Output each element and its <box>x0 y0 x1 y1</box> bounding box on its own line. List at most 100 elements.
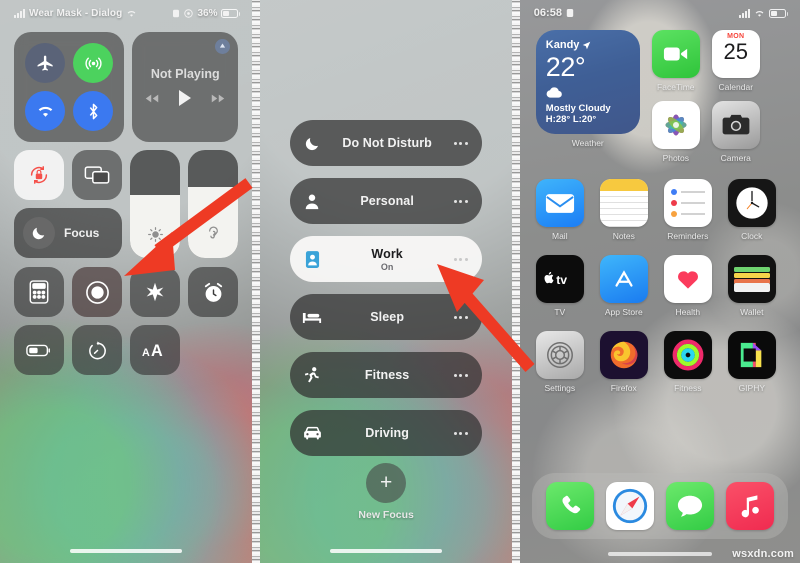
ellipsis-icon[interactable] <box>440 141 482 145</box>
app-label: FaceTime <box>657 82 695 92</box>
ellipsis-icon[interactable] <box>440 431 482 435</box>
focus-row-driving[interactable]: Driving <box>290 410 482 456</box>
airplay-icon[interactable] <box>215 39 231 54</box>
health-icon[interactable] <box>663 255 712 303</box>
plus-icon[interactable]: + <box>366 463 407 503</box>
app-store-icon[interactable] <box>599 255 648 303</box>
app-giphy[interactable]: GIPHY <box>727 331 776 393</box>
clock-icon[interactable] <box>727 179 776 227</box>
app-calendar[interactable]: MON 25 Calendar <box>711 30 760 92</box>
calculator-icon[interactable] <box>14 267 64 317</box>
dock <box>531 473 788 539</box>
battery-icon[interactable] <box>14 325 64 375</box>
alarm-clock-icon[interactable] <box>188 267 238 317</box>
media-card[interactable]: Not Playing <box>132 32 239 142</box>
focus-row-state: On <box>380 261 394 272</box>
app-mail[interactable]: Mail <box>535 179 584 241</box>
messages-icon[interactable] <box>665 482 714 530</box>
camera-icon[interactable] <box>711 101 760 149</box>
focus-row-label: Do Not Disturb <box>342 136 432 150</box>
focus-tile[interactable]: Focus <box>14 208 122 258</box>
weather-high-low: H:28° L:20° <box>545 114 597 125</box>
app-facetime[interactable]: FaceTime <box>651 30 700 92</box>
airplane-icon[interactable] <box>25 43 65 83</box>
rotation-lock-icon[interactable] <box>14 150 64 200</box>
app-label: Health <box>675 307 701 317</box>
new-focus-button[interactable]: + New Focus <box>260 463 511 521</box>
app-firefox[interactable]: Firefox <box>599 331 648 393</box>
photos-icon[interactable] <box>651 101 700 149</box>
weather-widget-label: Weather <box>571 138 604 148</box>
bluetooth-icon[interactable] <box>73 91 113 131</box>
giphy-icon[interactable] <box>727 331 776 379</box>
status-bar-control-center: Wear Mask - Dialog 36% <box>0 0 252 26</box>
text-size-icon[interactable]: A A <box>130 325 180 375</box>
reminders-icon[interactable] <box>663 179 712 227</box>
shazam-icon[interactable] <box>130 267 180 317</box>
location-icon <box>184 8 194 18</box>
cellular-signal-icon[interactable] <box>73 43 113 83</box>
play-icon[interactable] <box>177 89 193 107</box>
wifi-icon[interactable] <box>25 91 65 131</box>
phone-icon[interactable] <box>545 482 594 530</box>
timer-icon[interactable] <box>72 325 122 375</box>
panel-divider-1 <box>252 0 261 563</box>
wallet-icon[interactable] <box>727 255 776 303</box>
screen-mirroring-icon[interactable] <box>72 150 122 200</box>
weather-condition: Mostly Cloudy <box>545 103 611 114</box>
svg-text:A: A <box>151 341 163 359</box>
music-icon[interactable] <box>725 482 774 530</box>
focus-row-sleep[interactable]: Sleep <box>290 294 482 340</box>
ellipsis-icon[interactable] <box>440 199 482 203</box>
app-photos[interactable]: Photos <box>651 101 700 163</box>
app-camera[interactable]: Camera <box>711 101 760 163</box>
screenshot-stage: Wear Mask - Dialog 36% Not Playing Focus… <box>0 0 800 563</box>
notes-icon[interactable] <box>599 179 648 227</box>
facetime-icon[interactable] <box>651 30 700 78</box>
settings-gear-icon[interactable] <box>535 331 584 379</box>
running-icon <box>290 366 334 385</box>
bed-icon <box>290 310 334 325</box>
app-settings[interactable]: Settings <box>535 331 584 393</box>
app-tv[interactable]: tv TV <box>535 255 584 317</box>
ellipsis-icon[interactable] <box>440 315 482 319</box>
focus-row-personal[interactable]: Personal <box>290 178 482 224</box>
new-focus-label: New Focus <box>358 509 414 521</box>
brightness-icon <box>147 226 164 248</box>
focus-row-fitness[interactable]: Fitness <box>290 352 482 398</box>
weather-widget[interactable]: Kandy 22° Mostly Cloudy H:28° L:20° <box>535 30 640 134</box>
app-label: Mail <box>552 231 568 241</box>
moon-icon <box>290 135 334 152</box>
focus-row-work[interactable]: Work On <box>290 236 482 282</box>
carrier-label: Wear Mask - Dialog <box>29 7 123 19</box>
volume-slider[interactable] <box>188 150 238 258</box>
apple-tv-icon[interactable]: tv <box>535 255 584 303</box>
firefox-icon[interactable] <box>599 331 648 379</box>
svg-text:tv: tv <box>556 273 567 287</box>
ellipsis-icon[interactable] <box>440 257 482 261</box>
app-health[interactable]: Health <box>663 255 712 317</box>
app-clock[interactable]: Clock <box>727 179 776 241</box>
calendar-icon[interactable]: MON 25 <box>711 30 760 78</box>
app-app-store[interactable]: App Store <box>599 255 648 317</box>
fast-forward-icon[interactable] <box>211 93 225 104</box>
focus-tile-label: Focus <box>64 226 100 240</box>
panel-divider-2 <box>511 0 520 563</box>
fitness-rings-icon[interactable] <box>663 331 712 379</box>
home-indicator <box>70 549 183 553</box>
car-icon <box>290 426 334 440</box>
ellipsis-icon[interactable] <box>440 373 482 377</box>
focus-row-do-not-disturb[interactable]: Do Not Disturb <box>290 120 482 166</box>
app-label: Wallet <box>740 307 764 317</box>
mail-icon[interactable] <box>535 179 584 227</box>
brightness-slider[interactable] <box>130 150 180 258</box>
app-wallet[interactable]: Wallet <box>727 255 776 317</box>
safari-icon[interactable] <box>605 482 654 530</box>
rewind-icon[interactable] <box>145 93 159 104</box>
app-notes[interactable]: Notes <box>599 179 648 241</box>
app-reminders[interactable]: Reminders <box>663 179 712 241</box>
connectivity-card[interactable] <box>14 32 124 142</box>
record-icon[interactable] <box>72 267 122 317</box>
app-fitness[interactable]: Fitness <box>663 331 712 393</box>
media-title: Not Playing <box>150 67 220 81</box>
